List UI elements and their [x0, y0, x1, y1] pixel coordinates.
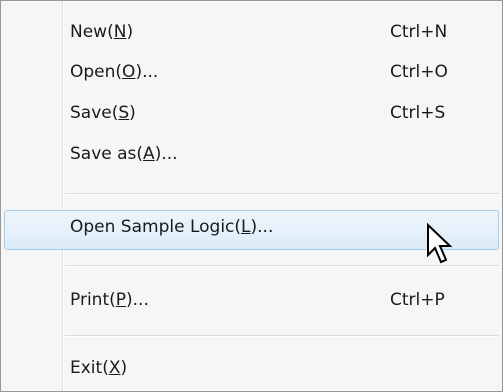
menu-item-save[interactable]: Save(S) Ctrl+S [4, 96, 499, 132]
menu-item-save-label: Save(S) [70, 103, 136, 123]
arrow-pointer-icon [427, 223, 453, 264]
menu-item-open[interactable]: Open(O)... Ctrl+O [4, 55, 499, 91]
file-menu: New(N) Ctrl+N Open(O)... Ctrl+O Save(S) … [0, 0, 503, 392]
menu-item-open-shortcut: Ctrl+O [390, 62, 448, 82]
menu-item-open-sample-logic-label: Open Sample Logic(L)... [70, 217, 274, 237]
menu-item-save-as[interactable]: Save as(A)... [4, 137, 499, 173]
menu-separator [65, 193, 499, 195]
menu-item-new-label: New(N) [70, 22, 134, 42]
menu-item-exit-label: Exit(X) [70, 358, 128, 378]
menu-item-save-shortcut: Ctrl+S [390, 103, 446, 123]
menu-item-exit[interactable]: Exit(X) [4, 351, 499, 387]
menu-item-save-as-label: Save as(A)... [70, 144, 178, 164]
menu-item-new-shortcut: Ctrl+N [390, 22, 448, 42]
menu-item-print-label: Print(P)... [70, 290, 149, 310]
menu-item-open-sample-logic[interactable]: Open Sample Logic(L)... [4, 210, 499, 250]
menu-item-print-shortcut: Ctrl+P [390, 290, 445, 310]
menu-item-print[interactable]: Print(P)... Ctrl+P [4, 283, 499, 319]
menu-item-open-label: Open(O)... [70, 62, 159, 82]
menu-item-new[interactable]: New(N) Ctrl+N [4, 15, 499, 51]
menu-separator [65, 335, 499, 337]
